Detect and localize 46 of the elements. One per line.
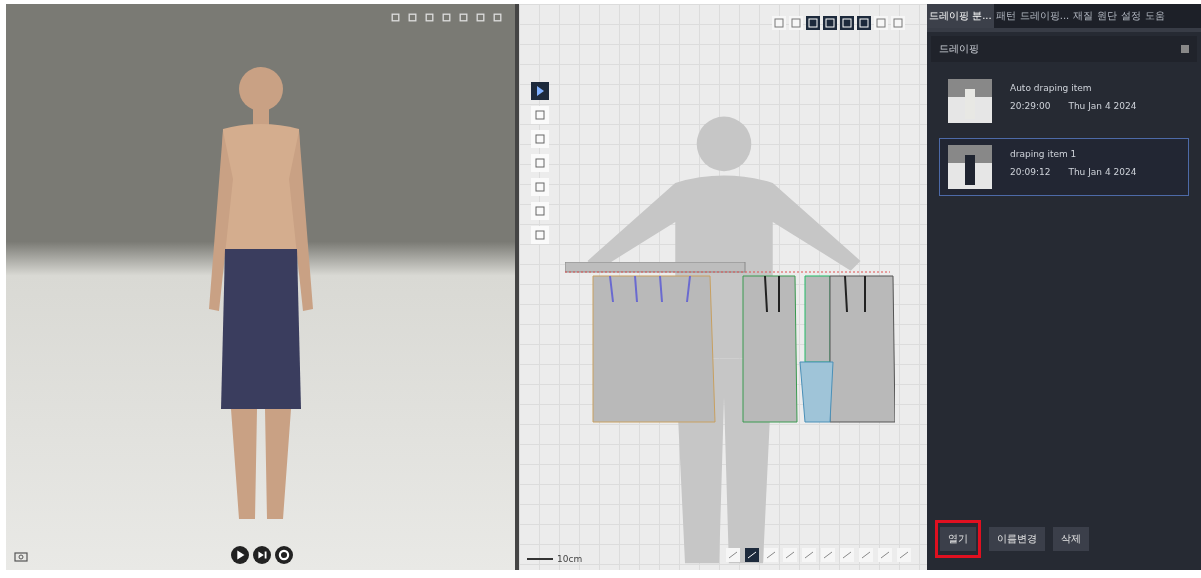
draping-item[interactable]: draping item 1 20:09:12 Thu Jan 4 2024 [939,138,1189,196]
thumbnail-placeholder [948,145,992,189]
panel-tab[interactable]: 드레이핑... [1017,4,1072,28]
toolbar-icon[interactable] [424,12,435,23]
view-toggle-icon[interactable] [772,16,786,30]
panel-title: 드레이핑 [939,42,979,56]
panel-tab[interactable]: 원단 [1095,4,1120,28]
item-name: draping item 1 [1010,149,1078,159]
scale-bar [527,558,553,560]
panel-tab[interactable]: 설정 [1119,4,1144,28]
toolbar-icon[interactable] [458,12,469,23]
thumbnail-placeholder [948,79,992,123]
view-toggle-icon[interactable] [874,16,888,30]
reset-icon[interactable] [275,546,293,564]
view-toggle-icon[interactable] [857,16,871,30]
tool-icon[interactable] [531,82,549,100]
panel-tab[interactable]: 드레이핑 분... [927,4,994,28]
tool-icon[interactable] [745,548,759,562]
play-icon[interactable] [231,546,249,564]
panel-tab[interactable]: 재질 [1071,4,1096,28]
item-time: 20:29:00 [1010,101,1051,111]
view-toggle-icon[interactable] [806,16,820,30]
toolbar-icon[interactable] [407,12,418,23]
item-date: Thu Jan 4 2024 [1068,101,1137,111]
panel-tab[interactable]: 도움 [1143,4,1168,28]
view-toggle-icon[interactable] [823,16,837,30]
camera-icon[interactable] [14,550,28,562]
action-button[interactable]: 삭제 [1053,527,1089,551]
view-toggle-icon[interactable] [891,16,905,30]
action-button[interactable]: 이름변경 [989,527,1045,551]
draping-item[interactable]: Auto draping item 20:29:00 Thu Jan 4 2024 [939,72,1189,130]
item-time: 20:09:12 [1010,167,1051,177]
scale-label: 10cm [557,554,583,564]
toolbar-icon[interactable] [390,12,401,23]
step-forward-icon[interactable] [253,546,271,564]
view-toggle-icon[interactable] [840,16,854,30]
action-button[interactable]: 열기 [940,527,976,551]
view-toggle-icon[interactable] [789,16,803,30]
toolbar-icon[interactable] [475,12,486,23]
3d-viewport[interactable] [6,4,515,570]
toolbar-icon[interactable] [441,12,452,23]
pattern-canvas[interactable]: 10cm [519,4,927,570]
item-name: Auto draping item [1010,83,1093,93]
panel-tab[interactable]: 패턴 [993,4,1018,28]
toolbar-icon[interactable] [492,12,503,23]
item-date: Thu Jan 4 2024 [1068,167,1137,177]
